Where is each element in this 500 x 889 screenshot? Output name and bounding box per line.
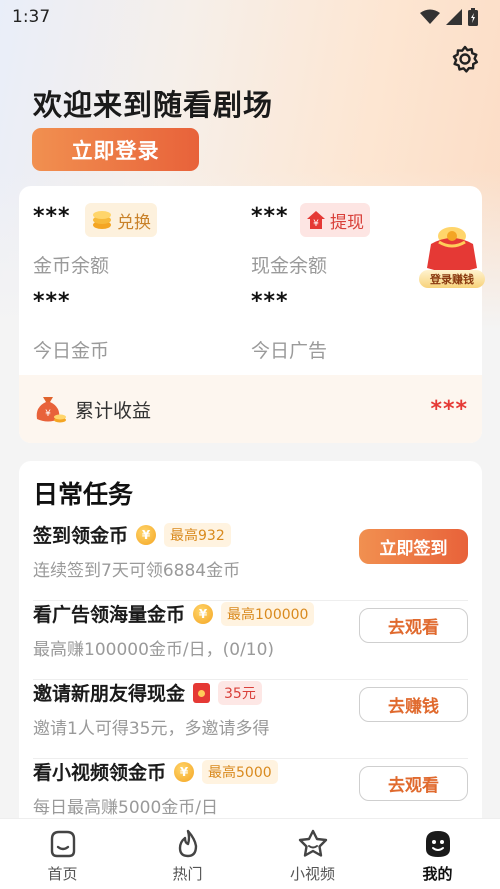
coin-balance: ***	[33, 204, 71, 229]
checkin-button[interactable]: 立即签到	[359, 529, 468, 564]
red-packet-icon	[193, 682, 211, 703]
task-desc: 邀请1人可得35元，多邀请多得	[33, 719, 270, 739]
home-icon	[50, 830, 75, 858]
task-short-videos-header: 看小视频领金币 ¥ 最高5000	[33, 758, 278, 785]
task-desc: 最高赚100000金币/日，(0/10)	[33, 640, 275, 660]
wallet-card: *** 兑换 金币余额 *** ¥ 提现 现金余额 *** 今日金币 *** 今…	[19, 186, 485, 443]
task-desc: 每日最高赚5000金币/日	[33, 798, 218, 818]
today-ads: ***	[251, 289, 289, 314]
settings-gear-icon[interactable]	[450, 44, 480, 74]
bottom-nav: 首页 热门 小视频 我的	[0, 818, 500, 889]
red-envelope-bag-icon	[427, 227, 477, 272]
reward-tag: 最高5000	[202, 759, 278, 784]
task-invite-friends: 邀请新朋友得现金 35元 邀请1人可得35元，多邀请多得 去赚钱	[33, 679, 468, 759]
task-title: 看广告领海量金币	[33, 604, 186, 626]
daily-tasks-card: 日常任务 签到领金币 ¥ 最高932 连续签到7天可领6884金币 立即签到 看…	[19, 461, 482, 841]
reward-tag: 最高100000	[221, 601, 315, 626]
reward-tag: 最高932	[164, 522, 231, 547]
exchange-button[interactable]: 兑换	[85, 203, 157, 237]
exchange-label: 兑换	[117, 212, 151, 233]
money-bag-icon: ¥	[36, 397, 66, 423]
task-watch-ads-header: 看广告领海量金币 ¥ 最高100000	[33, 600, 315, 627]
nav-label: 小视频	[289, 865, 335, 883]
task-invite-header: 邀请新朋友得现金 35元	[33, 679, 262, 706]
wifi-icon	[420, 9, 440, 24]
task-watch-ads: 看广告领海量金币 ¥ 最高100000 最高赚100000金币/日，(0/10)…	[33, 600, 468, 680]
today-coins-value: ***	[33, 289, 71, 314]
status-icons	[420, 8, 478, 26]
profile-icon	[425, 831, 450, 857]
today-coins-label: 今日金币	[33, 340, 110, 362]
invite-button[interactable]: 去赚钱	[359, 687, 468, 722]
signal-icon	[446, 9, 462, 25]
nav-item-short-video[interactable]: 小视频	[250, 819, 375, 889]
withdraw-label: 提现	[330, 212, 364, 233]
welcome-title: 欢迎来到随看剧场	[33, 88, 274, 122]
coin-icon: ¥	[193, 603, 214, 624]
today-ads-label: 今日广告	[251, 340, 328, 362]
task-checkin-header: 签到领金币 ¥ 最高932	[33, 521, 231, 548]
task-title: 邀请新朋友得现金	[33, 683, 186, 705]
task-checkin: 签到领金币 ¥ 最高932 连续签到7天可领6884金币 立即签到	[33, 521, 468, 601]
watch-ads-button[interactable]: 去观看	[359, 608, 468, 643]
cash-balance: ***	[251, 204, 289, 229]
status-time: 1:37	[12, 7, 51, 27]
cash-house-icon: ¥	[307, 211, 325, 229]
task-desc: 连续签到7天可领6884金币	[33, 561, 241, 581]
nav-item-mine[interactable]: 我的	[375, 819, 500, 889]
withdraw-button[interactable]: ¥ 提现	[300, 203, 370, 237]
today-coins: ***	[33, 289, 71, 314]
cash-balance-value: ***	[251, 204, 289, 229]
cash-balance-label: 现金余额	[251, 255, 328, 277]
today-ads-value: ***	[251, 289, 289, 314]
total-earnings-row[interactable]: ¥ 累计收益 ***	[19, 375, 482, 443]
task-title: 签到领金币	[33, 525, 129, 547]
nav-item-home[interactable]: 首页	[0, 819, 125, 889]
status-bar: 1:37	[0, 0, 500, 34]
total-earnings-value: ***	[430, 396, 468, 422]
task-title: 看小视频领金币	[33, 762, 167, 784]
nav-label: 首页	[47, 865, 78, 883]
flame-icon	[178, 829, 197, 858]
daily-tasks-title: 日常任务	[33, 480, 134, 509]
login-earn-label: 登录赚钱	[419, 270, 485, 288]
nav-label: 我的	[422, 865, 453, 883]
star-icon	[298, 829, 327, 857]
coin-icon: ¥	[136, 524, 157, 545]
svg-text:¥: ¥	[45, 409, 51, 419]
coin-icon: ¥	[174, 761, 195, 782]
nav-item-hot[interactable]: 热门	[125, 819, 250, 889]
login-button[interactable]: 立即登录	[32, 128, 199, 171]
total-earnings-label: 累计收益	[75, 399, 152, 422]
coins-icon	[93, 211, 111, 229]
login-earn-promo[interactable]: 登录赚钱	[417, 222, 487, 292]
reward-tag: 35元	[218, 680, 262, 705]
coin-balance-value: ***	[33, 204, 71, 229]
svg-text:¥: ¥	[313, 219, 319, 229]
watch-videos-button[interactable]: 去观看	[359, 766, 468, 801]
nav-label: 热门	[172, 865, 203, 883]
coin-balance-label: 金币余额	[33, 255, 110, 277]
battery-icon	[468, 8, 478, 26]
